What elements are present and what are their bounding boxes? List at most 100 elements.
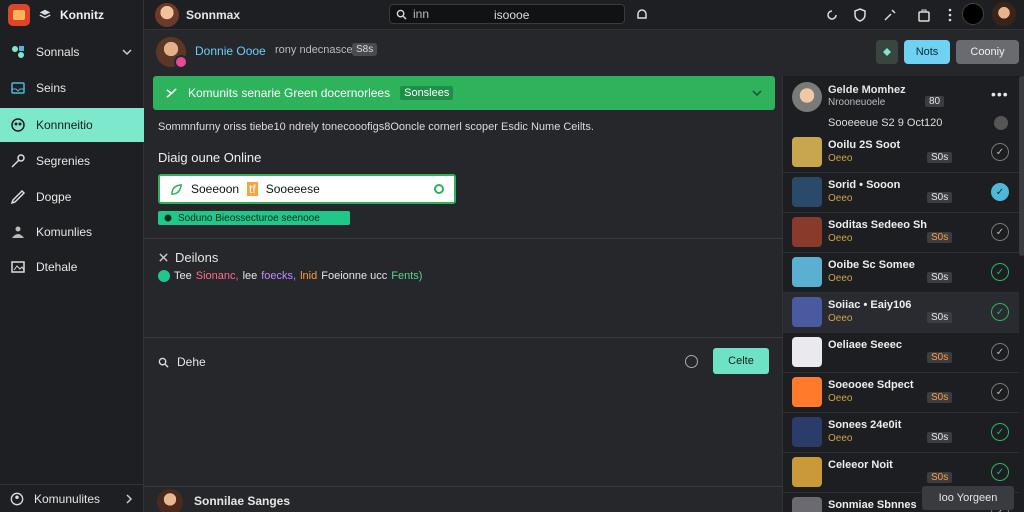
right-panel: Gelde Momhez Nrooneuoele 80 Sooeeeue S2 … bbox=[782, 76, 1024, 512]
primary-button[interactable]: Nots bbox=[904, 40, 950, 64]
status-pill[interactable]: Soduno Bieossecturoe seenooe bbox=[158, 211, 350, 225]
chevron-down-icon[interactable] bbox=[751, 87, 763, 99]
list-item[interactable]: Sorid • Sooon Oeeo S0s ✓ bbox=[783, 173, 1019, 213]
community-banner[interactable]: Komunits senarie Green docernorlees Sons… bbox=[153, 76, 775, 110]
action-icon-button[interactable] bbox=[876, 40, 898, 64]
bag-icon[interactable] bbox=[916, 7, 932, 23]
game-list: Ooilu 2S Soot Oeeo S0s ✓ Sorid • Sooon Oeeo S0… bbox=[783, 133, 1019, 512]
right-panel-header: Gelde Momhez Nrooneuoele 80 Sooeeeue S2 … bbox=[783, 76, 1024, 136]
check-icon[interactable]: ✓ bbox=[991, 303, 1009, 321]
bell-icon[interactable] bbox=[634, 7, 650, 23]
tools-icon[interactable] bbox=[882, 7, 898, 23]
check-icon[interactable]: ✓ bbox=[991, 223, 1009, 241]
list-item-name: Soditas Sedeeo Sh bbox=[828, 219, 928, 231]
list-item[interactable]: Ooilu 2S Soot Oeeo S0s ✓ bbox=[783, 133, 1019, 173]
list-item-pill: S0s bbox=[927, 272, 953, 283]
game-thumbnail bbox=[792, 417, 822, 447]
details-tag-a[interactable]: Sionanc, bbox=[196, 270, 239, 282]
send-button[interactable]: Celte bbox=[713, 348, 769, 374]
key-icon bbox=[11, 154, 25, 168]
sidebar-item-5[interactable]: Dogpe bbox=[0, 180, 144, 214]
app-title: Konnitz bbox=[60, 8, 104, 22]
search-icon bbox=[158, 357, 169, 368]
leaf-icon bbox=[171, 183, 182, 195]
avatar[interactable] bbox=[157, 489, 183, 512]
avatar[interactable] bbox=[156, 37, 188, 69]
diamond-icon bbox=[883, 48, 891, 56]
check-icon[interactable]: ✓ bbox=[991, 263, 1009, 281]
sidebar-footer[interactable]: Komunulites bbox=[0, 484, 144, 512]
sidebar-item-label: Seins bbox=[36, 81, 67, 95]
check-icon[interactable]: ✓ bbox=[991, 423, 1009, 441]
game-thumbnail bbox=[792, 137, 822, 167]
sidebar-item-2[interactable]: Seins bbox=[0, 71, 144, 105]
more-vertical-icon[interactable] bbox=[942, 7, 958, 23]
sidebar: Konnitz Sonnals Seins Konnneitio Segreni… bbox=[0, 0, 144, 512]
list-item[interactable]: Ooibe Sc Somee Oeeo S0s ✓ bbox=[783, 253, 1019, 293]
game-thumbnail bbox=[792, 497, 822, 512]
section-title: Diaig oune Online bbox=[158, 150, 262, 165]
check-icon[interactable]: ✓ bbox=[991, 463, 1009, 481]
gear-icon[interactable] bbox=[994, 116, 1008, 130]
sidebar-item-4[interactable]: Segrenies bbox=[0, 144, 144, 178]
details-tag-c[interactable]: foecks, bbox=[261, 270, 296, 282]
sidebar-item-label: Dogpe bbox=[36, 190, 72, 204]
check-icon[interactable]: ✓ bbox=[991, 143, 1009, 161]
search-icon bbox=[396, 9, 407, 20]
channel-name[interactable]: Donnie Oooe bbox=[195, 44, 266, 58]
status-field[interactable]: Soeeoon tf Sooeeese bbox=[158, 174, 456, 204]
sidebar-item-label: Sonnals bbox=[36, 45, 80, 59]
search-input[interactable]: inn isoooe bbox=[389, 4, 625, 24]
compose-bar[interactable]: Dehe Celte bbox=[158, 348, 770, 376]
sidebar-item-7[interactable]: Dtehale bbox=[0, 250, 144, 284]
rp-subtitle: Nrooneuoele bbox=[828, 97, 886, 108]
check-circle-icon bbox=[164, 214, 172, 222]
list-item-name: Soeooee Sdpect bbox=[828, 379, 914, 391]
details-tag-f[interactable]: Fents) bbox=[391, 270, 422, 282]
clock-icon[interactable] bbox=[685, 355, 698, 368]
shield-icon[interactable] bbox=[852, 7, 868, 23]
sidebar-item-6[interactable]: Komunlies bbox=[0, 215, 144, 249]
list-item[interactable]: Soiiac • Eaiy106 Oeeo S0s ✓ bbox=[783, 293, 1019, 333]
chevron-right-icon bbox=[126, 493, 133, 504]
check-icon[interactable]: ✓ bbox=[991, 383, 1009, 401]
list-item-sub: Oeeo bbox=[828, 193, 853, 204]
game-thumbnail bbox=[792, 337, 822, 367]
avatar[interactable] bbox=[155, 3, 179, 27]
search-placeholder: inn bbox=[413, 7, 430, 21]
sidebar-item-1[interactable]: Sonnals bbox=[0, 35, 144, 69]
refresh-icon[interactable] bbox=[824, 7, 840, 23]
layers-icon bbox=[39, 9, 51, 19]
list-item-name: Soiiac • Eaiy106 bbox=[828, 299, 912, 311]
game-thumbnail bbox=[792, 177, 822, 207]
sidebar-item-label: Komunlies bbox=[36, 225, 93, 239]
sidebar-item-label: Segrenies bbox=[36, 154, 91, 168]
avatar[interactable] bbox=[792, 82, 822, 112]
game-thumbnail bbox=[792, 377, 822, 407]
list-item[interactable]: Oeliaee Seeec S0s ✓ bbox=[783, 333, 1019, 373]
list-item-name: Ooilu 2S Soot bbox=[828, 139, 901, 151]
scrollbar[interactable] bbox=[1019, 76, 1024, 256]
secondary-button[interactable]: Cooniy bbox=[956, 40, 1019, 64]
list-item-pill: S0s bbox=[927, 312, 953, 323]
list-item-pill: S0s bbox=[927, 392, 953, 403]
status-indicator-icon bbox=[434, 184, 444, 194]
user-avatar[interactable] bbox=[992, 2, 1016, 26]
list-item[interactable]: Sonees 24e0it Oeeo S0s ✓ bbox=[783, 413, 1019, 453]
footer-button[interactable]: Ioo Yorgeen bbox=[922, 486, 1014, 510]
details-tag-d[interactable]: lnid bbox=[300, 270, 317, 282]
list-item-pill: S0s bbox=[927, 432, 953, 443]
user-circle-icon bbox=[10, 492, 24, 505]
sidebar-item-3[interactable]: Konnneitio bbox=[0, 108, 144, 142]
details-tag-e: Foeionne ucc bbox=[321, 270, 388, 282]
more-horizontal-icon[interactable]: ••• bbox=[991, 86, 1009, 102]
details-prefix: Tee bbox=[174, 270, 192, 282]
app-window: Konnitz Sonnals Seins Konnneitio Segreni… bbox=[0, 0, 1024, 512]
check-icon[interactable]: ✓ bbox=[991, 343, 1009, 361]
list-item[interactable]: Soeooee Sdpect Oeeo S0s ✓ bbox=[783, 373, 1019, 413]
details-tag-b: lee bbox=[242, 270, 258, 282]
status-dot[interactable] bbox=[962, 3, 984, 25]
check-icon[interactable]: ✓ bbox=[991, 183, 1009, 201]
list-item[interactable]: Soditas Sedeeo Sh Oeeo S0s ✓ bbox=[783, 213, 1019, 253]
topbar: Sonnmax inn isoooe bbox=[144, 0, 1024, 30]
